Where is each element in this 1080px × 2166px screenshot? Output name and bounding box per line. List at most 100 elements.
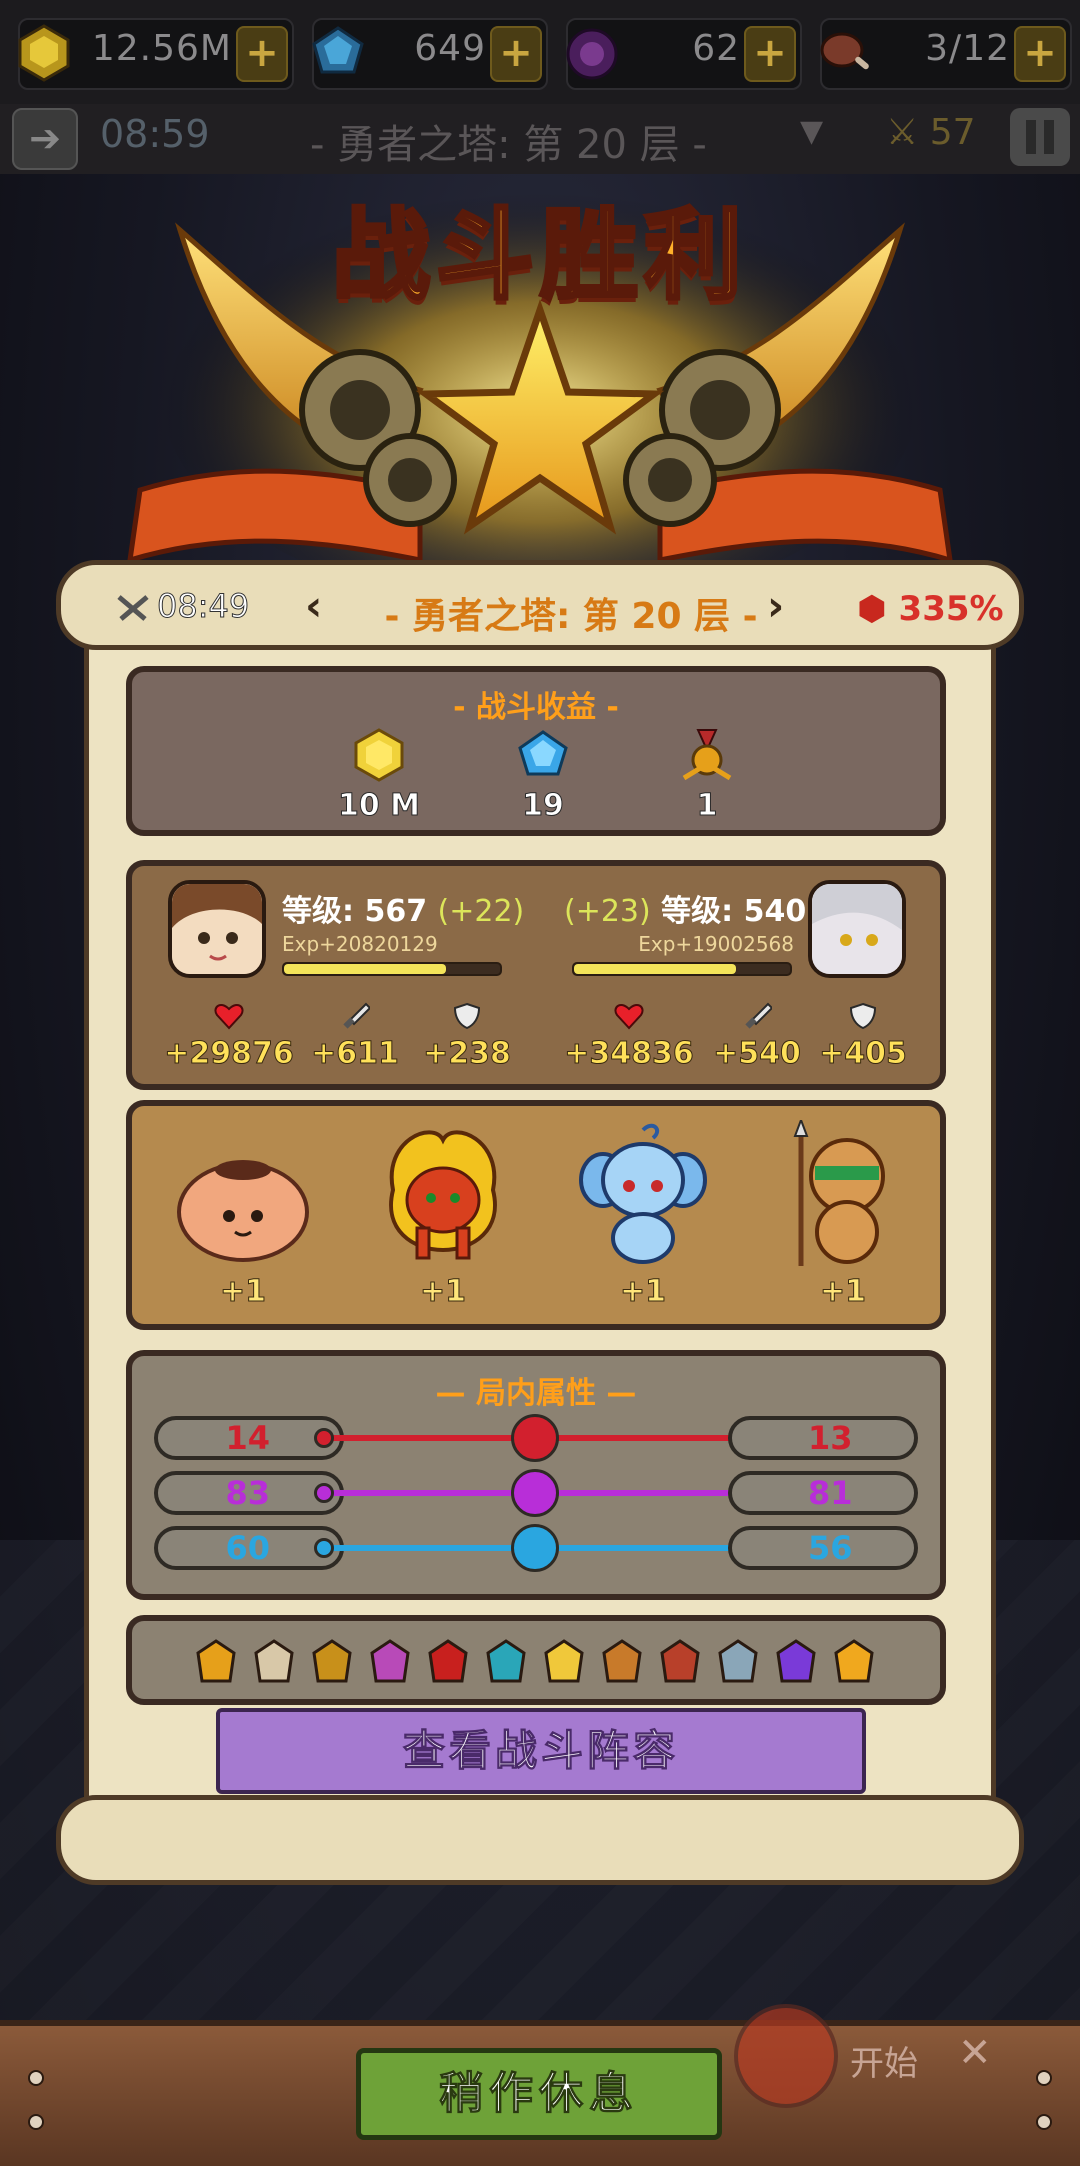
shield-icon xyxy=(849,1002,877,1030)
card-icon[interactable] xyxy=(540,1637,588,1689)
banner-icon[interactable] xyxy=(714,1637,762,1689)
orb-value: 62 xyxy=(692,28,740,69)
pet-fire-lion[interactable]: +1 xyxy=(368,1120,518,1320)
hero-left-def: +238 xyxy=(402,1002,532,1072)
cube-icon[interactable] xyxy=(424,1637,472,1689)
nail-icon xyxy=(1036,2114,1052,2130)
earnings-title: - 战斗收益 - xyxy=(453,690,619,725)
hero-left-def-value: +238 xyxy=(423,1036,512,1072)
next-stage-arrow[interactable]: › xyxy=(767,581,784,630)
scroll-title: - 勇者之塔: 第 20 层 - xyxy=(384,596,758,637)
white-hair-hero-portrait xyxy=(812,884,902,974)
hero-left-exp-bar xyxy=(282,962,502,976)
stamina-resource: 3/12 + xyxy=(820,18,1072,90)
chevron-down-icon[interactable]: ▼ xyxy=(800,114,823,149)
statue-icon[interactable] xyxy=(598,1637,646,1689)
nail-icon xyxy=(1036,2070,1052,2086)
earning-gold-value: 10 M xyxy=(337,788,421,824)
battle-timer: 08:49 xyxy=(115,587,250,626)
hero-left-atk: +611 xyxy=(290,1002,420,1072)
pet-blue-puppy-value: +1 xyxy=(619,1274,666,1310)
result-scroll: 08:49 ‹ - 勇者之塔: 第 20 层 - › ⬢ 335% - 战斗收益… xyxy=(56,560,1024,1900)
pet-jar-value: +1 xyxy=(219,1274,266,1310)
add-gold-button[interactable]: + xyxy=(236,26,288,82)
pet-blue-puppy[interactable]: +1 xyxy=(568,1120,718,1320)
hero-right-level-gain: (+23) xyxy=(564,894,651,929)
feather-icon[interactable] xyxy=(250,1637,298,1689)
power-value: 57 xyxy=(929,112,976,153)
attribute-defense-dot-left xyxy=(314,1538,334,1558)
rest-button[interactable]: 稍作休息 xyxy=(356,2048,722,2140)
hero-avatar-right[interactable] xyxy=(808,880,906,978)
earning-gold: 10 M xyxy=(334,728,424,824)
hero-exp-panel: 等级: 567 (+22) Exp+20820129 (+23) 等级: 540… xyxy=(126,860,946,1090)
attribute-defense-right: 56 xyxy=(728,1526,918,1570)
brown-hair-hero-portrait xyxy=(172,884,262,974)
fist-icon xyxy=(511,1414,559,1462)
power-gem-icon: ⬢ xyxy=(857,589,887,629)
flame-icon: ⚔ xyxy=(886,112,919,153)
attribute-speed-dot-left xyxy=(314,1483,334,1503)
add-orb-button[interactable]: + xyxy=(744,26,796,82)
add-stamina-button[interactable]: + xyxy=(1014,26,1066,82)
start-label[interactable]: 开始 xyxy=(850,2036,918,2085)
nail-icon xyxy=(28,2114,44,2130)
leaf-icon[interactable] xyxy=(192,1637,240,1689)
earning-gem: 19 xyxy=(498,728,588,824)
add-gem-button[interactable]: + xyxy=(490,26,542,82)
hero-right-def-value: +405 xyxy=(819,1036,908,1072)
stamina-value: 3/12 xyxy=(925,28,1010,69)
blue-gem-icon xyxy=(312,26,364,74)
hero-right-level: (+23) 等级: 540 xyxy=(564,886,806,930)
crystal-icon[interactable] xyxy=(830,1637,878,1689)
attribute-row-defense: 60 56 xyxy=(154,1524,918,1574)
shield-icon xyxy=(511,1524,559,1572)
purple-orb-icon xyxy=(566,28,618,80)
boot-icon xyxy=(511,1469,559,1517)
start-button[interactable] xyxy=(734,2004,838,2108)
view-lineup-button[interactable]: 查看战斗阵容 xyxy=(216,1708,866,1794)
victory-title: 战斗胜利 xyxy=(330,197,748,315)
pet-monkey-warrior[interactable]: +1 xyxy=(768,1120,918,1320)
gold-value: 12.56M xyxy=(91,28,232,69)
pet-fire-lion-value: +1 xyxy=(419,1274,466,1310)
power-indicator: ⚔ 57 xyxy=(886,112,976,153)
pet-monkey-warrior-value: +1 xyxy=(819,1274,866,1310)
compass-icon[interactable] xyxy=(656,1637,704,1689)
jar-pet-icon xyxy=(177,1160,309,1262)
blue-gem-icon xyxy=(518,730,568,776)
shield-icon xyxy=(453,1002,481,1030)
battle-attributes-panel: — 局内属性 — 14 13 83 81 60 56 xyxy=(126,1350,946,1600)
hero-left-exp: Exp+20820129 xyxy=(282,932,438,956)
gold-coin-icon xyxy=(354,728,404,782)
orb-icon[interactable] xyxy=(772,1637,820,1689)
pause-button[interactable] xyxy=(1010,108,1070,166)
medal-icon xyxy=(682,729,732,781)
close-icon[interactable]: ✕ xyxy=(958,2030,992,2076)
hero-left-level-label: 等级: 567 xyxy=(282,894,428,929)
scroll-footer xyxy=(56,1795,1024,1885)
power-percent-value: 335% xyxy=(898,589,1004,629)
pet-jar[interactable]: +1 xyxy=(168,1120,318,1320)
hero-right-hp-value: +34836 xyxy=(564,1036,695,1072)
gem-value: 649 xyxy=(414,28,486,69)
attribute-row-speed: 83 81 xyxy=(154,1469,918,1519)
crown-icon[interactable] xyxy=(308,1637,356,1689)
earning-gem-value: 19 xyxy=(522,788,565,824)
meat-icon xyxy=(820,32,869,70)
scroll-icon[interactable] xyxy=(366,1637,414,1689)
resource-bar: 12.56M + 649 + 62 + 3/12 + xyxy=(0,0,1080,107)
exit-button[interactable]: ➔ xyxy=(12,108,78,170)
attribute-power-right: 13 xyxy=(728,1416,918,1460)
earning-medal-value: 1 xyxy=(696,788,718,824)
earning-medal: 1 xyxy=(662,728,752,824)
hero-right-exp-bar xyxy=(572,962,792,976)
hero-left-level-gain: (+22) xyxy=(437,894,525,929)
gear-gem-icon[interactable] xyxy=(482,1637,530,1689)
attribute-speed-right: 81 xyxy=(728,1471,918,1515)
attribute-row-power: 14 13 xyxy=(154,1414,918,1464)
heart-icon xyxy=(214,1004,244,1030)
sword-icon xyxy=(745,1002,774,1029)
hero-right-exp: Exp+19002568 xyxy=(638,932,794,956)
hero-avatar-left[interactable] xyxy=(168,880,266,978)
